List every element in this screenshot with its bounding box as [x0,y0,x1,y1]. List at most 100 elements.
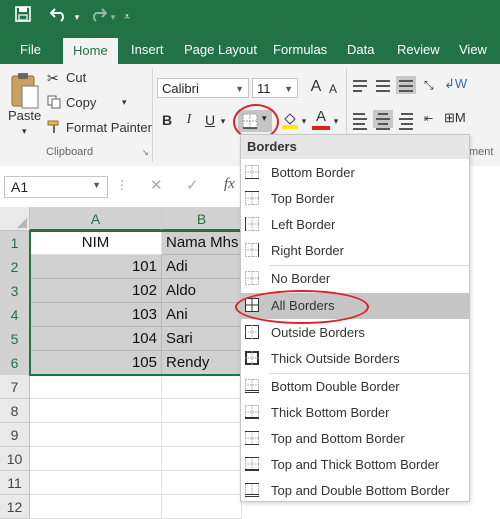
select-all-corner[interactable] [0,207,30,231]
align-middle-icon[interactable] [373,76,393,94]
empty-cell[interactable] [162,423,242,447]
cell-a1[interactable]: NIM [30,231,162,255]
format-painter-button[interactable]: Format Painter [66,120,152,135]
copy-icon[interactable] [47,95,61,109]
cell-b2[interactable]: Adi [162,255,242,279]
bold-button[interactable]: B [158,111,176,129]
underline-dropdown-icon[interactable]: ▾ [218,112,228,130]
font-size-box[interactable]: 11 ▼ [252,78,298,98]
column-header-b[interactable]: B [162,207,242,231]
row-header[interactable]: 8 [0,399,30,423]
empty-cell[interactable] [30,471,162,495]
align-center-icon[interactable] [373,110,393,130]
cell-a2[interactable]: 101 [30,255,162,279]
wrap-text-icon[interactable]: ↲W [444,76,467,92]
tab-formulas[interactable]: Formulas [273,36,327,64]
cut-icon[interactable]: ✂ [47,70,59,87]
tab-view[interactable]: View [459,36,487,64]
row-header[interactable]: 5 [0,327,30,351]
copy-dropdown-icon[interactable]: ▾ [122,97,127,108]
menu-item-outside-borders[interactable]: Outside Borders [241,320,469,346]
tab-file[interactable]: File [20,36,41,64]
undo-dropdown-icon[interactable]: ▾ [72,6,82,28]
menu-item-thick-outside-borders[interactable]: Thick Outside Borders [241,346,469,372]
cell-a6[interactable]: 105 [30,351,162,375]
undo-icon[interactable] [46,6,72,29]
cell-b6[interactable]: Rendy [162,351,242,375]
name-box[interactable]: A1 ▼ [4,176,108,198]
orientation-icon[interactable]: ⤡ [424,78,434,93]
row-header[interactable]: 3 [0,279,30,303]
copy-button[interactable]: Copy [66,95,96,110]
empty-cell[interactable] [162,495,242,519]
clipboard-launcher-icon[interactable]: ↘ [142,148,149,157]
row-header[interactable]: 11 [0,471,30,495]
empty-cell[interactable] [30,399,162,423]
empty-cell[interactable] [162,375,242,399]
cancel-icon[interactable]: ✕ [150,176,163,194]
empty-cell[interactable] [30,423,162,447]
chevron-down-icon[interactable]: ▼ [284,79,293,99]
redo-dropdown-icon[interactable]: ▾ [108,6,118,28]
format-painter-icon[interactable] [47,120,61,134]
empty-cell[interactable] [162,399,242,423]
menu-item-top-and-bottom-border[interactable]: Top and Bottom Border [241,426,469,452]
cell-a5[interactable]: 104 [30,327,162,351]
cell-b1[interactable]: Nama Mhs [162,231,242,255]
fill-dropdown-icon[interactable]: ▾ [299,112,309,130]
align-bottom-icon[interactable] [396,76,416,94]
chevron-down-icon[interactable]: ▼ [235,79,244,99]
row-header[interactable]: 7 [0,375,30,399]
align-top-icon[interactable] [350,76,370,94]
column-header-a[interactable]: A [30,207,162,231]
font-color-dropdown-icon[interactable]: ▾ [331,112,341,130]
tab-insert[interactable]: Insert [131,36,164,64]
menu-item-thick-bottom-border[interactable]: Thick Bottom Border [241,400,469,426]
menu-item-no-border[interactable]: No Border [241,266,469,292]
cell-b4[interactable]: Ani [162,303,242,327]
tab-review[interactable]: Review [397,36,440,64]
menu-item-left-border[interactable]: Left Border [241,212,469,238]
row-header[interactable]: 6 [0,351,30,375]
tab-data[interactable]: Data [347,36,374,64]
cell-a3[interactable]: 102 [30,279,162,303]
merge-center-icon[interactable]: ⊞M [444,110,466,126]
underline-button[interactable]: U [202,111,218,129]
paste-dropdown-icon[interactable]: ▾ [22,126,27,137]
decrease-font-icon[interactable]: A [326,80,340,98]
redo-icon[interactable] [86,6,110,29]
row-header[interactable]: 1 [0,231,30,255]
empty-cell[interactable] [162,447,242,471]
menu-item-bottom-double-border[interactable]: Bottom Double Border [241,374,469,400]
save-icon[interactable] [12,6,34,29]
menu-item-right-border[interactable]: Right Border [241,238,469,264]
row-header[interactable]: 12 [0,495,30,519]
cell-b3[interactable]: Aldo [162,279,242,303]
insert-function-icon[interactable]: fx [224,176,235,193]
enter-icon[interactable]: ✓ [186,176,199,194]
menu-item-bottom-border[interactable]: Bottom Border [241,160,469,186]
italic-button[interactable]: I [180,111,198,129]
tab-page-layout[interactable]: Page Layout [184,36,257,64]
empty-cell[interactable] [162,471,242,495]
menu-item-top-and-thick-bottom-border[interactable]: Top and Thick Bottom Border [241,452,469,478]
align-left-icon[interactable] [350,110,370,130]
menu-item-top-and-double-bottom-border[interactable]: Top and Double Bottom Border [241,478,469,504]
row-header[interactable]: 10 [0,447,30,471]
empty-cell[interactable] [30,447,162,471]
row-header[interactable]: 4 [0,303,30,327]
indent-icon[interactable]: ⇤ [424,112,433,125]
paste-button[interactable]: Paste [8,108,41,123]
empty-cell[interactable] [30,495,162,519]
font-name-box[interactable]: Calibri ▼ [157,78,249,98]
increase-font-icon[interactable]: A [308,78,324,96]
menu-item-top-border[interactable]: Top Border [241,186,469,212]
cut-button[interactable]: Cut [66,70,86,85]
row-header[interactable]: 9 [0,423,30,447]
tab-home[interactable]: Home [63,38,118,64]
row-header[interactable]: 2 [0,255,30,279]
font-color-button[interactable]: A [313,108,329,126]
fill-color-icon[interactable] [282,111,298,129]
chevron-down-icon[interactable]: ▼ [92,180,101,190]
customize-icon[interactable]: ⩡ [120,6,134,28]
